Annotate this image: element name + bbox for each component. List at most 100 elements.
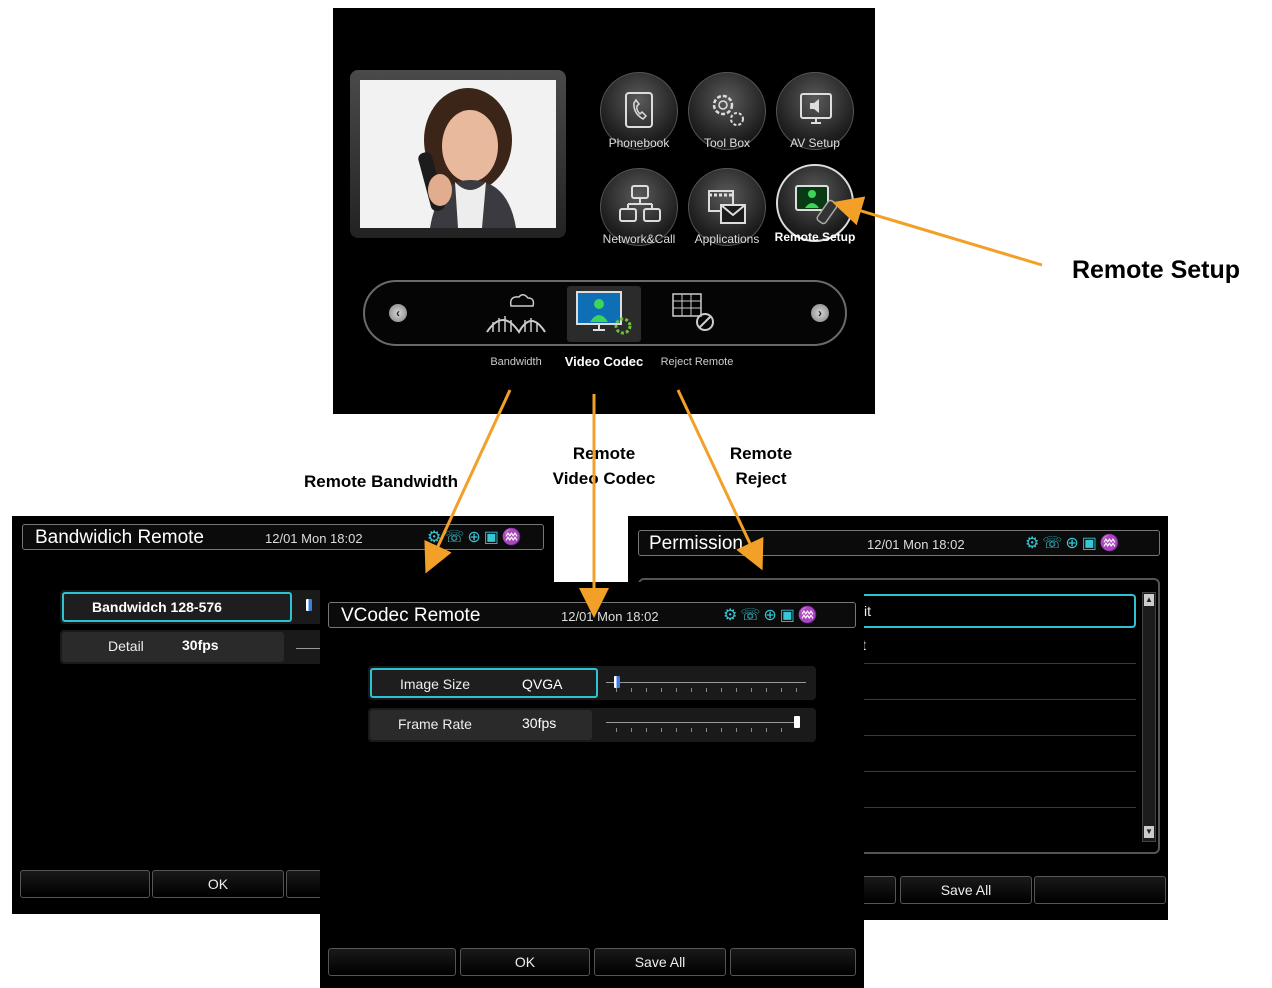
contact-photo: [360, 80, 556, 228]
list-item[interactable]: [840, 702, 1136, 736]
status-icons: ⚙☏⊕▣♒: [427, 527, 525, 547]
submenu-video-codec-label: Video Codec: [564, 354, 644, 369]
frame-rate-slider-track[interactable]: [606, 722, 798, 723]
phonebook-label: Phonebook: [608, 136, 670, 150]
list-item[interactable]: t: [840, 630, 1136, 664]
list-item[interactable]: [840, 774, 1136, 808]
image-size-value: QVGA: [522, 676, 563, 692]
footer-button-3[interactable]: [1034, 876, 1166, 904]
footer-button-4[interactable]: [730, 948, 856, 976]
save-all-button[interactable]: Save All: [594, 948, 726, 976]
save-all-button[interactable]: Save All: [900, 876, 1032, 904]
network-call-icon: [619, 185, 661, 222]
image-size-row: Image Size QVGA: [368, 666, 816, 700]
applications-label: Applications: [694, 232, 760, 246]
submenu-bar: ‹ ›: [363, 280, 847, 346]
bandwidth-titlebar: Bandwidich Remote 12/01 Mon 18:02 ⚙☏⊕▣♒: [22, 524, 544, 550]
network-icon: ♒: [1099, 535, 1123, 552]
callout-remote-setup: Remote Setup: [1071, 256, 1241, 284]
frame-rate-field[interactable]: Frame Rate 30fps: [370, 710, 592, 740]
list-item-label: it: [864, 603, 871, 619]
reject-remote-icon: [672, 293, 714, 331]
toolbox-icon: [712, 94, 744, 126]
callout-remote-reject-line1: Remote: [729, 444, 793, 463]
toolbox-label: Tool Box: [703, 136, 751, 150]
status-icons: ⚙☏⊕▣♒: [723, 605, 821, 625]
status-icons: ⚙☏⊕▣♒: [1025, 533, 1123, 553]
gear-icon: ⚙: [723, 607, 741, 624]
image-size-field[interactable]: Image Size QVGA: [370, 668, 598, 698]
network-icon: ♒: [797, 607, 821, 624]
ok-button[interactable]: OK: [460, 948, 590, 976]
callout-remote-reject-line2: Reject: [735, 469, 787, 488]
image-size-label: Image Size: [400, 676, 471, 692]
image-size-slider-thumb[interactable]: [614, 676, 620, 688]
callout-remote-bandwidth: Remote Bandwidth: [304, 472, 458, 491]
page-title: Permission: [649, 533, 743, 554]
submenu-reject-remote[interactable]: [665, 290, 725, 340]
detail-field[interactable]: Detail 30fps: [62, 632, 284, 662]
calendar-icon: ▣: [483, 529, 502, 546]
footer-button-1[interactable]: [20, 870, 150, 898]
handset-icon: ☏: [740, 607, 764, 624]
list-item[interactable]: [840, 738, 1136, 772]
bandwidth-field[interactable]: Bandwidch 128-576: [62, 592, 292, 622]
av-setup-label: AV Setup: [790, 136, 840, 150]
page-title: Bandwidich Remote: [35, 527, 204, 548]
submenu-reject-remote-label: Reject Remote: [660, 356, 734, 368]
vcodec-titlebar: VCodec Remote 12/01 Mon 18:02 ⚙☏⊕▣♒: [328, 602, 856, 628]
bandwidth-slider-thumb[interactable]: [306, 599, 312, 611]
handset-icon: ☏: [1042, 535, 1066, 552]
next-arrow-icon[interactable]: ›: [811, 304, 829, 322]
previous-arrow-icon[interactable]: ‹: [389, 304, 407, 322]
detail-row: Detail 30fps: [60, 630, 360, 664]
list-item[interactable]: [840, 666, 1136, 700]
datetime: 12/01 Mon 18:02: [561, 609, 659, 624]
detail-label: Detail: [108, 638, 144, 654]
frame-rate-value: 30fps: [522, 715, 557, 731]
remote-setup-icon: [795, 185, 838, 225]
callout-remote-video-codec-line2: Video Codec: [552, 469, 656, 488]
detail-value: 30fps: [182, 637, 219, 653]
calendar-icon: ▣: [1081, 535, 1100, 552]
image-size-slider-ticks: [616, 688, 806, 692]
phonebook-icon: [625, 92, 653, 128]
scrollbar[interactable]: ▲ ▼: [1142, 592, 1156, 842]
main-menu-screen: Phonebook Tool Box AV Setup Network&Call: [333, 8, 875, 414]
callout-remote-video-codec-line1: Remote: [572, 444, 636, 463]
permission-titlebar: Permission 12/01 Mon 18:02 ⚙☏⊕▣♒: [638, 530, 1160, 556]
network-call-label: Network&Call: [602, 232, 676, 246]
calendar-icon: ▣: [779, 607, 798, 624]
frame-rate-slider-thumb[interactable]: [794, 716, 800, 728]
remote-setup-label: Remote Setup: [774, 230, 856, 244]
bandwidth-row: Bandwidch 128-576: [60, 590, 360, 624]
globe-icon: ⊕: [763, 607, 780, 624]
vcodec-remote-panel: VCodec Remote 12/01 Mon 18:02 ⚙☏⊕▣♒ Imag…: [320, 582, 864, 988]
frame-rate-row: Frame Rate 30fps: [368, 708, 816, 742]
scroll-up-icon[interactable]: ▲: [1144, 594, 1154, 606]
bandwidth-icon: [486, 294, 546, 334]
submenu-bandwidth-label: Bandwidth: [490, 356, 542, 368]
ok-button[interactable]: OK: [152, 870, 284, 898]
gear-icon: ⚙: [427, 529, 445, 546]
list-item[interactable]: it: [840, 594, 1136, 628]
video-codec-icon: [576, 291, 632, 335]
page-title: VCodec Remote: [341, 605, 481, 626]
gear-icon: ⚙: [1025, 535, 1043, 552]
applications-icon: [708, 190, 746, 224]
footer-button-1[interactable]: [328, 948, 456, 976]
frame-rate-slider-ticks: [616, 728, 796, 732]
datetime: 12/01 Mon 18:02: [867, 537, 965, 552]
av-setup-icon: [800, 93, 832, 124]
image-size-slider-track[interactable]: [606, 682, 806, 683]
contact-photo-frame: [350, 70, 566, 238]
handset-icon: ☏: [444, 529, 468, 546]
datetime: 12/01 Mon 18:02: [265, 531, 363, 546]
frame-rate-label: Frame Rate: [398, 716, 472, 732]
globe-icon: ⊕: [467, 529, 484, 546]
submenu-video-codec[interactable]: [567, 286, 641, 342]
submenu-bandwidth[interactable]: [481, 290, 551, 340]
globe-icon: ⊕: [1065, 535, 1082, 552]
bandwidth-field-label: Bandwidch 128-576: [92, 599, 222, 615]
scroll-down-icon[interactable]: ▼: [1144, 826, 1154, 838]
